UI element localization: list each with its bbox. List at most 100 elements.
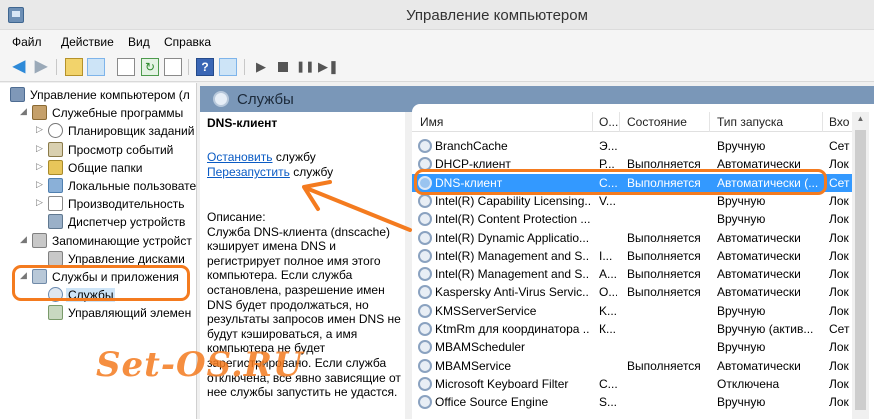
column-name[interactable]: Имя	[420, 115, 443, 129]
tree-item[interactable]: ▷ Производительность	[0, 195, 196, 213]
column-logon[interactable]: Вхо	[829, 115, 849, 129]
tree-item[interactable]: ▷ Общие папки	[0, 159, 196, 177]
menu-help[interactable]: Справка	[164, 35, 211, 49]
service-startup-cell: Вручную	[717, 193, 766, 208]
service-state-cell: Выполняется	[627, 248, 701, 263]
service-row[interactable]: Intel(R) Management and S... A... Выполняе…	[412, 265, 852, 283]
service-row[interactable]: MBAMService Выполняется Автоматически Лок	[412, 357, 852, 375]
tree-expander-icon[interactable]: ▷	[36, 143, 46, 154]
service-row[interactable]: Intel(R) Dynamic Applicatio... Выполняетс…	[412, 229, 852, 247]
service-gear-icon	[418, 358, 432, 373]
service-row[interactable]: MBAMScheduler Вручную Лок	[412, 338, 852, 356]
start-service-icon[interactable]: ▶	[252, 58, 270, 76]
service-desc-cell: A...	[599, 267, 617, 282]
tree-item-label: Производительность	[68, 197, 185, 212]
tree-item[interactable]: ▷ Просмотр событий	[0, 141, 196, 159]
tree-expander-icon[interactable]: ◢	[20, 234, 30, 245]
tree-expander-icon[interactable]: ▷	[36, 197, 46, 208]
tree-expander-icon[interactable]: ▷	[36, 124, 46, 135]
service-gear-icon	[418, 376, 432, 391]
column-state[interactable]: Состояние	[627, 115, 687, 129]
export-list-icon[interactable]	[164, 58, 182, 76]
column-startup-type[interactable]: Тип запуска	[717, 115, 783, 129]
menu-view[interactable]: Вид	[128, 35, 150, 49]
tree-item[interactable]: Управление компьютером (л	[0, 86, 196, 104]
services-list: Имя О... Состояние Тип запуска Вхо Branc…	[412, 104, 874, 419]
shared-folder-icon	[48, 159, 63, 175]
service-row[interactable]: Office Source Engine S... Вручную Лок	[412, 393, 852, 411]
column-description[interactable]: О...	[599, 115, 618, 129]
tree-expander-icon[interactable]: ◢	[20, 106, 30, 117]
restart-service-suffix: службу	[289, 165, 334, 179]
device-manager-icon	[48, 214, 63, 230]
service-gear-icon	[418, 322, 432, 336]
service-name-cell: KtmRm для координатора ...	[435, 322, 590, 336]
action-pane-icon[interactable]	[219, 58, 237, 76]
tree-item-label: Управление дисками	[68, 251, 185, 266]
restart-service-icon[interactable]: ▶❚	[318, 58, 339, 76]
menu-file[interactable]: Файл	[12, 35, 42, 49]
tree-item-label: Управляющий элемен	[68, 306, 192, 321]
forward-arrow-icon[interactable]: ▶	[32, 58, 50, 76]
service-row[interactable]: Kaspersky Anti-Virus Servic... О... Выполн…	[412, 283, 852, 301]
service-row[interactable]: Intel(R) Content Protection ... Вручную Ло…	[412, 210, 852, 228]
up-folder-icon[interactable]	[65, 58, 83, 76]
service-desc-cell: О...	[599, 285, 617, 300]
service-startup-cell: Вручную	[717, 212, 766, 227]
selected-service-name: DNS-клиент	[207, 116, 278, 130]
service-gear-icon	[418, 193, 432, 208]
services-title: Службы	[237, 91, 294, 108]
service-name-cell: Office Source Engine	[435, 395, 549, 410]
service-desc-cell: S...	[599, 395, 617, 410]
refresh-icon[interactable]: ↻	[141, 58, 159, 76]
service-logon-cell: Лок	[829, 395, 849, 410]
toolbar: ◀ ▶ ↻ ? ▶ ❚❚ ▶❚	[0, 54, 874, 82]
tree-item[interactable]: ◢ Служебные программы	[0, 104, 196, 122]
service-logon-cell: Сет	[829, 322, 850, 336]
service-row[interactable]: Microsoft Keyboard Filter C... Отключена Ло…	[412, 375, 852, 393]
service-gear-icon	[418, 139, 432, 153]
tree-expander-icon[interactable]: ▷	[36, 179, 46, 190]
tree-item[interactable]: Диспетчер устройств	[0, 213, 196, 231]
stop-service-link[interactable]: Остановить	[207, 150, 273, 164]
tree-item[interactable]: ▷ Локальные пользовате	[0, 177, 196, 195]
stop-service-icon[interactable]	[274, 58, 292, 76]
clock-icon	[48, 123, 63, 139]
tree-item-label: Управление компьютером (л	[30, 88, 190, 102]
service-logon-cell: Лок	[829, 376, 849, 391]
service-row[interactable]: KtmRm для координатора ... К... Вручную (а…	[412, 320, 852, 338]
properties-icon[interactable]	[117, 58, 135, 76]
scroll-up-arrow[interactable]: ▲	[852, 114, 869, 128]
service-row[interactable]: BranchCache Э... Вручную Сет	[412, 137, 852, 155]
tree-item-label: Просмотр событий	[68, 142, 174, 157]
service-desc-cell: I...	[599, 248, 613, 263]
annotation-arrow	[302, 180, 412, 232]
tree-item[interactable]: ▷ Планировщик заданий	[0, 122, 196, 140]
help-icon[interactable]: ?	[196, 58, 214, 76]
tree-item[interactable]: Управляющий элемен	[0, 304, 196, 322]
tree-item[interactable]: ◢ Запоминающие устройст	[0, 232, 196, 250]
menu-action[interactable]: Действие	[61, 35, 114, 49]
scroll-thumb[interactable]	[855, 130, 866, 410]
service-row[interactable]: KMSServerService K... Вручную Лок	[412, 302, 852, 320]
service-startup-cell: Автоматически	[717, 358, 801, 373]
tree-expander-icon[interactable]: ▷	[36, 161, 46, 172]
service-logon-cell: Сет	[829, 175, 850, 190]
service-name-cell: Kaspersky Anti-Virus Servic...	[435, 285, 590, 300]
service-desc-cell: K...	[599, 303, 617, 318]
service-name-cell: MBAMService	[435, 358, 512, 373]
title-bar[interactable]: Управление компьютером	[0, 0, 874, 30]
service-name-cell: MBAMScheduler	[435, 340, 526, 355]
service-row[interactable]: Intel(R) Management and S... I... Выполняе…	[412, 247, 852, 265]
restart-service-link[interactable]: Перезапустить	[207, 165, 290, 179]
service-gear-icon	[418, 340, 432, 355]
service-startup-cell: Автоматически	[717, 230, 801, 245]
service-logon-cell: Лок	[829, 193, 849, 208]
back-arrow-icon[interactable]: ◀	[10, 58, 28, 76]
service-desc-cell: К...	[599, 322, 616, 336]
vertical-scrollbar[interactable]: ▲	[852, 112, 869, 419]
show-hide-tree-icon[interactable]	[87, 58, 105, 76]
pause-service-icon[interactable]: ❚❚	[296, 58, 314, 76]
highlight-services-node	[12, 265, 190, 301]
service-logon-cell: Лок	[829, 212, 849, 227]
